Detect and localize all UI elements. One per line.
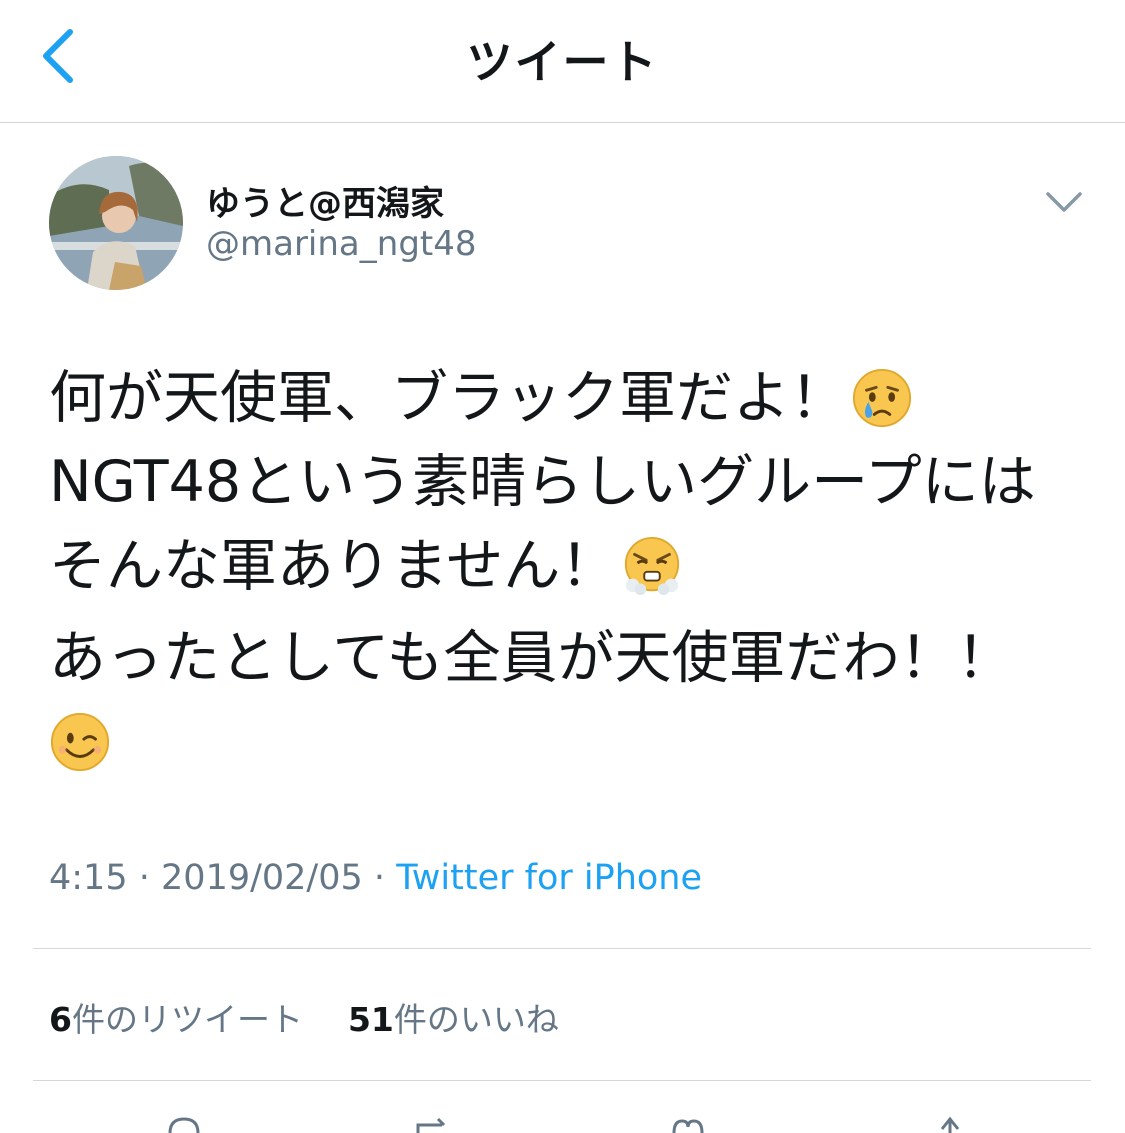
divider <box>33 948 1091 949</box>
face-with-steam-from-nose-icon <box>625 536 680 596</box>
tweet-time: 4:15 <box>49 858 128 898</box>
tweet-date: 2019/02/05 <box>161 858 363 898</box>
retweet-icon[interactable] <box>412 1113 452 1133</box>
share-icon[interactable] <box>930 1113 970 1133</box>
crying-face-icon <box>852 368 912 428</box>
tweet-line: あったとしても全員が天使軍だわ！！ <box>49 616 1089 700</box>
like-icon[interactable] <box>668 1113 708 1133</box>
likes-label: 件のいいね <box>393 1000 559 1039</box>
avatar[interactable] <box>49 156 183 290</box>
likes-stat[interactable]: 51件のいいね <box>348 1000 559 1039</box>
retweets-count: 6 <box>49 1000 72 1039</box>
tweet-line: NGT48という素晴らしいグループには <box>49 440 1089 524</box>
action-bar <box>0 1105 1125 1133</box>
tweet-meta: 4:15 · 2019/02/05 · Twitter for iPhone <box>49 858 702 898</box>
tweet-stats: 6件のリツイート 51件のいいね <box>49 993 559 1041</box>
user-handle[interactable]: @marina_ngt48 <box>206 224 477 264</box>
reply-icon[interactable] <box>164 1113 204 1133</box>
likes-count: 51 <box>347 1000 394 1039</box>
divider <box>33 1080 1091 1081</box>
meta-separator: · <box>138 858 150 898</box>
tweet-line <box>49 700 1089 784</box>
source-link[interactable]: Twitter for iPhone <box>396 858 702 898</box>
chevron-down-icon[interactable] <box>1044 186 1084 218</box>
display-name[interactable]: ゆうと@西潟家 <box>206 176 444 225</box>
tweet-line-text: あったとしても全員が天使軍だわ！！ <box>49 625 1014 691</box>
retweets-label: 件のリツイート <box>71 1000 303 1039</box>
tweet-line-text: そんな軍ありません！ <box>49 533 618 599</box>
tweet-line-text: 何が天使軍、ブラック軍だよ！ <box>49 365 847 431</box>
winking-face-icon <box>50 712 110 772</box>
meta-separator: · <box>373 858 386 898</box>
retweets-stat[interactable]: 6件のリツイート <box>49 1000 313 1039</box>
tweet-text: 何が天使軍、ブラック軍だよ！ NGT48という素晴らしいグループには そんな軍あ… <box>49 356 1089 784</box>
tweet-line: そんな軍ありません！ <box>49 524 1089 608</box>
tweet-line: 何が天使軍、ブラック軍だよ！ <box>49 356 1089 440</box>
page-title: ツイート <box>466 35 659 89</box>
nav-bar: ツイート <box>0 0 1125 123</box>
tweet-line-text: NGT48という素晴らしいグループには <box>49 449 1036 515</box>
